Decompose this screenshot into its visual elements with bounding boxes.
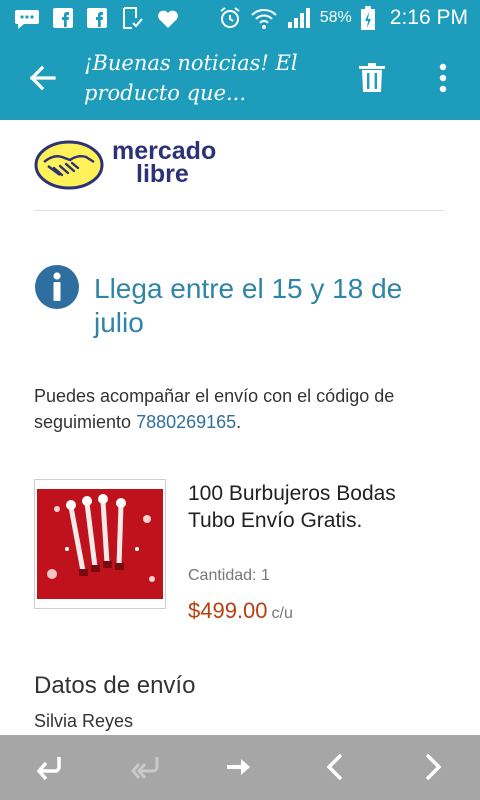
price-unit: c/u bbox=[271, 605, 293, 622]
mercado-libre-logo: mercado libre bbox=[34, 139, 234, 190]
logo-word-libre: libre bbox=[136, 160, 189, 188]
next-icon[interactable] bbox=[416, 751, 448, 783]
handshake-logo-icon bbox=[34, 140, 104, 190]
clock: 2:16 PM bbox=[389, 6, 468, 29]
divider bbox=[34, 210, 444, 211]
alarm-icon bbox=[220, 7, 240, 28]
tracking-text: Puedes acompañar el envío con el código … bbox=[34, 383, 454, 435]
reply-all-icon[interactable] bbox=[129, 751, 161, 783]
signal-icon bbox=[287, 8, 310, 28]
recipient-name: Silvia Reyes bbox=[34, 711, 134, 731]
bottom-action-bar bbox=[0, 735, 480, 800]
reply-icon[interactable] bbox=[33, 751, 65, 783]
status-bar: 58% 2:16 PM bbox=[0, 0, 480, 36]
price-value: $499.00 bbox=[188, 598, 268, 623]
facebook-icon bbox=[87, 8, 107, 28]
heart-icon bbox=[158, 10, 178, 28]
email-screen: 58% 2:16 PM ¡Buenas noticias! El product… bbox=[0, 0, 480, 800]
facebook-icon bbox=[53, 8, 73, 28]
trash-icon[interactable] bbox=[356, 60, 388, 96]
battery-charging-icon bbox=[360, 6, 375, 30]
shipping-section-title: Datos de envío bbox=[34, 672, 196, 699]
delivery-headline: Llega entre el 15 y 18 de julio bbox=[94, 273, 403, 338]
message-icon bbox=[15, 10, 39, 29]
more-vertical-icon[interactable] bbox=[430, 60, 456, 96]
bubble-tubes-photo bbox=[37, 489, 163, 599]
product-title-link[interactable]: 100 Burbujeros Bodas Tubo Envío Gratis. bbox=[188, 480, 428, 534]
tracking-suffix: . bbox=[236, 412, 242, 432]
email-subject: ¡Buenas noticias! El producto que... bbox=[84, 51, 298, 105]
previous-icon[interactable] bbox=[320, 751, 352, 783]
info-icon bbox=[35, 265, 79, 309]
forward-icon[interactable] bbox=[224, 751, 256, 783]
back-arrow-icon[interactable] bbox=[24, 60, 60, 96]
document-check-icon bbox=[123, 7, 143, 29]
app-bar: ¡Buenas noticias! El producto que... bbox=[0, 36, 480, 120]
product-image[interactable] bbox=[34, 479, 166, 609]
tracking-code-link[interactable]: 7880269165 bbox=[136, 412, 236, 432]
battery-percent: 58% bbox=[319, 9, 352, 26]
product-price: $499.00 c/u bbox=[188, 598, 293, 624]
product-quantity: Cantidad: 1 bbox=[188, 567, 270, 584]
wifi-icon bbox=[251, 9, 277, 29]
